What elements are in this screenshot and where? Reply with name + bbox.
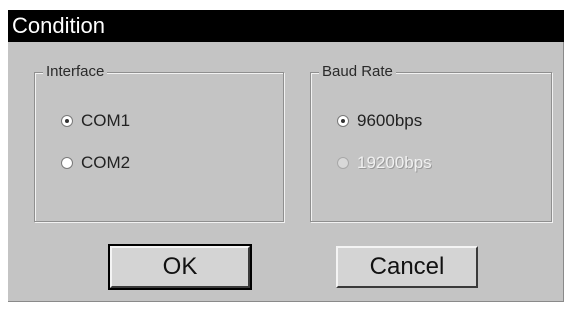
com1-label[interactable]: COM1 <box>81 111 130 131</box>
interface-group-label: Interface <box>43 63 108 81</box>
ok-button[interactable]: OK <box>108 244 252 290</box>
radio-option-9600bps[interactable]: 9600bps <box>337 110 422 132</box>
19200bps-radio-button <box>337 157 349 169</box>
9600bps-radio-button[interactable] <box>337 115 349 127</box>
9600bps-label[interactable]: 9600bps <box>357 111 422 131</box>
19200bps-label: 19200bps <box>357 153 432 172</box>
title-bar[interactable]: Condition <box>8 10 564 42</box>
com2-label[interactable]: COM2 <box>81 153 130 173</box>
radio-option-com1[interactable]: COM1 <box>61 110 130 132</box>
interface-groupbox: Interface COM1 COM2 <box>34 63 284 222</box>
cancel-button[interactable]: Cancel <box>336 246 478 288</box>
com1-radio-button[interactable] <box>61 115 73 127</box>
radio-option-19200bps: 19200bps <box>337 152 432 174</box>
cancel-button-label: Cancel <box>369 253 445 280</box>
condition-dialog: Condition Interface COM1 COM2 Baud Rate … <box>8 10 564 302</box>
baud-rate-groupbox: Baud Rate 9600bps 19200bps <box>310 63 552 222</box>
window-title: Condition <box>12 13 105 38</box>
com2-radio-button[interactable] <box>61 157 73 169</box>
baud-rate-group-label: Baud Rate <box>319 63 396 81</box>
ok-button-label: OK <box>162 253 198 280</box>
radio-option-com2[interactable]: COM2 <box>61 152 130 174</box>
